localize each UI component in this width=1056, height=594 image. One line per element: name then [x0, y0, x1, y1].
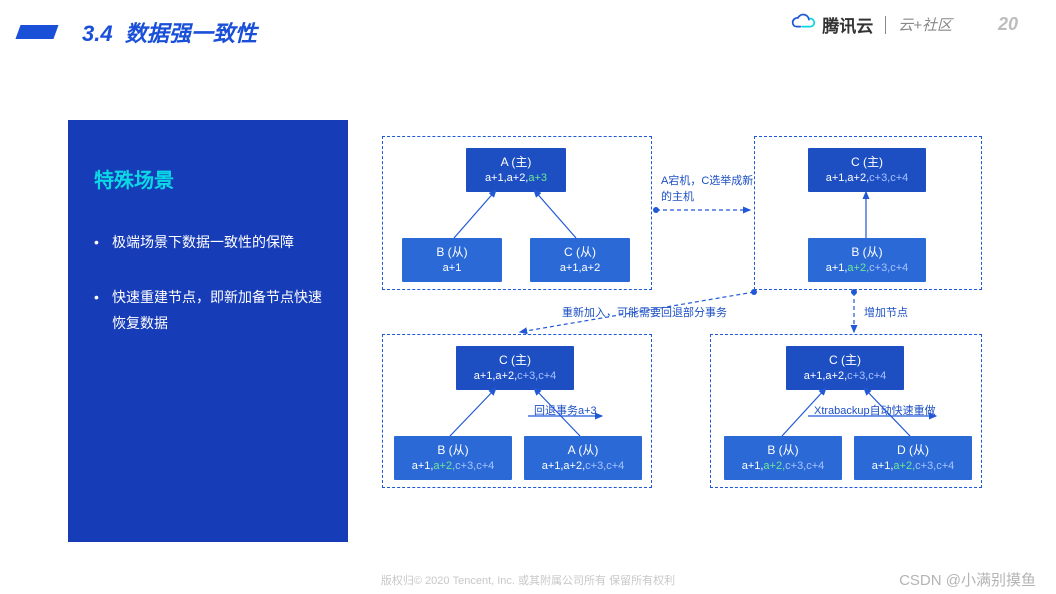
brand: 腾讯云 云+社区: [788, 12, 952, 37]
node-title: B (从): [812, 244, 922, 261]
panel-title: 特殊场景: [94, 164, 322, 193]
node-c-master: C (主) a+1,a+2,c+3,c+4: [808, 148, 926, 192]
annotation-rejoin: 重新加入，可能需要回退部分事务: [562, 304, 727, 320]
brand-text: 腾讯云: [822, 12, 873, 37]
node-a-master: A (主) a+1,a+2,a+3: [466, 148, 566, 192]
node-c-slave: C (从) a+1,a+2: [530, 238, 630, 282]
node-title: C (主): [460, 352, 570, 369]
watermark: CSDN @小满别摸鱼: [899, 569, 1036, 590]
community-text: 云+社区: [898, 14, 952, 35]
left-panel: 特殊场景 极端场景下数据一致性的保障 快速重建节点，即新加备节点快速恢复数据: [68, 120, 348, 542]
node-b-slave-2: B (从) a+1,a+2,c+3,c+4: [808, 238, 926, 282]
node-title: B (从): [728, 442, 838, 459]
page-number: 20: [998, 14, 1018, 35]
panel-item: 极端场景下数据一致性的保障: [94, 229, 322, 256]
node-title: D (从): [858, 442, 968, 459]
node-title: C (主): [790, 352, 900, 369]
node-d-slave-4: D (从) a+1,a+2,c+3,c+4: [854, 436, 972, 480]
section-title: 3.4 数据强一致性: [82, 16, 257, 48]
divider: [885, 16, 886, 34]
cloud-icon: [788, 12, 816, 37]
annotation-rollback: 回退事务a+3: [534, 402, 597, 418]
node-data: a+1: [406, 261, 498, 276]
panel-item: 快速重建节点，即新加备节点快速恢复数据: [94, 284, 322, 337]
annotation-failover: A宕机，C选举成新的主机: [661, 172, 756, 204]
section-num: 3.4: [82, 21, 113, 46]
node-data: a+1,a+2,c+3,c+4: [398, 459, 508, 474]
annotation-xtrabackup: Xtrabackup自动快速重做: [814, 402, 936, 418]
accent-bar: [15, 25, 58, 39]
node-title: A (主): [470, 154, 562, 171]
node-title: C (从): [534, 244, 626, 261]
node-title: B (从): [406, 244, 498, 261]
node-data: a+1,a+2,c+3,c+4: [460, 369, 570, 384]
node-data: a+1,a+2,c+3,c+4: [528, 459, 638, 474]
node-b-slave-4: B (从) a+1,a+2,c+3,c+4: [724, 436, 842, 480]
node-data: a+1,a+2: [534, 261, 626, 276]
node-data: a+1,a+2,c+3,c+4: [728, 459, 838, 474]
node-c-master-4: C (主) a+1,a+2,c+3,c+4: [786, 346, 904, 390]
content: 特殊场景 极端场景下数据一致性的保障 快速重建节点，即新加备节点快速恢复数据 A…: [68, 120, 1020, 542]
node-b-slave-3: B (从) a+1,a+2,c+3,c+4: [394, 436, 512, 480]
section-text: 数据强一致性: [125, 21, 257, 46]
footer: 版权归© 2020 Tencent, Inc. 或其附属公司所有 保留所有权利: [0, 572, 1056, 588]
node-a-slave-3: A (从) a+1,a+2,c+3,c+4: [524, 436, 642, 480]
node-data: a+1,a+2,a+3: [470, 171, 562, 186]
node-b-slave: B (从) a+1: [402, 238, 502, 282]
panel-list: 极端场景下数据一致性的保障 快速重建节点，即新加备节点快速恢复数据: [94, 229, 322, 337]
diagram: A (主) a+1,a+2,a+3 B (从) a+1 C (从) a+1,a+…: [366, 120, 1020, 542]
node-title: B (从): [398, 442, 508, 459]
node-data: a+1,a+2,c+3,c+4: [812, 261, 922, 276]
annotation-addnode: 增加节点: [864, 304, 908, 320]
node-data: a+1,a+2,c+3,c+4: [790, 369, 900, 384]
node-data: a+1,a+2,c+3,c+4: [812, 171, 922, 186]
node-data: a+1,a+2,c+3,c+4: [858, 459, 968, 474]
node-title: A (从): [528, 442, 638, 459]
node-c-master-3: C (主) a+1,a+2,c+3,c+4: [456, 346, 574, 390]
node-title: C (主): [812, 154, 922, 171]
